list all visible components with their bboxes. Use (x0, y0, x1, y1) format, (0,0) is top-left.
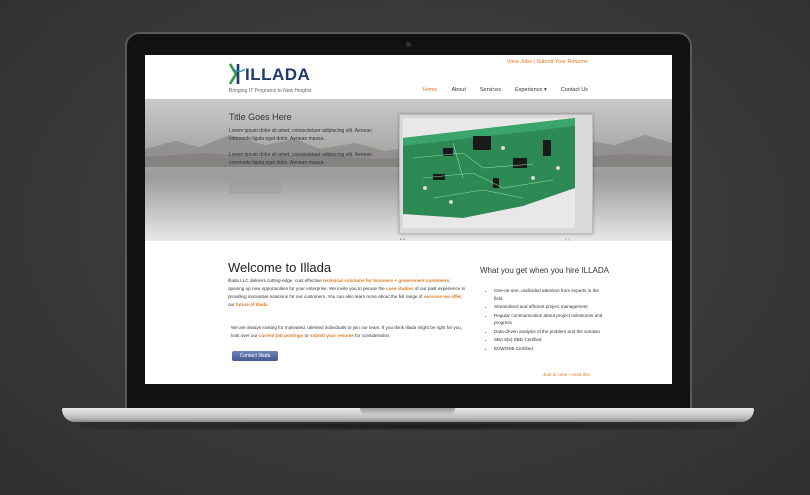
contact-illada-button[interactable]: Contact Illada (232, 351, 278, 361)
text-segment: or (304, 333, 309, 338)
nav-contact[interactable]: Contact Us (561, 87, 588, 93)
logo-text: ILLADA (245, 65, 311, 84)
hero-title: Title Goes Here (229, 112, 292, 122)
slider-arrows[interactable]: ‹ › (565, 237, 570, 241)
circuit-board-image (403, 118, 575, 228)
welcome-title: Welcome to Illada (228, 260, 332, 275)
careers-paragraph: We are always looking for motivated, tal… (231, 324, 471, 340)
list-item: SBA 8(a) SBD Certified (494, 336, 606, 344)
job-postings-link[interactable]: current job postings (259, 333, 303, 338)
nav-experience-label: Experience (514, 87, 543, 93)
hero-learn-more-button[interactable] (229, 181, 281, 194)
submit-resume-inline-link[interactable]: submit your resume (310, 333, 354, 338)
browser-viewport: ILLADA Bringing IT Programs to New Heigh… (145, 55, 672, 384)
case-studies-link[interactable]: case studies (386, 286, 414, 291)
nav-about[interactable]: About (451, 87, 465, 93)
top-links-separator: | (533, 59, 535, 65)
services-link[interactable]: services we offer (424, 294, 461, 299)
sidebar-title: What you get when you hire ILLADA (480, 266, 609, 275)
text-segment: Illada LLC delivers cutting-edge, cost e… (228, 278, 322, 283)
slide-image-frame (399, 114, 593, 234)
future-link[interactable]: future of Illada (236, 302, 268, 307)
site-header: ILLADA Bringing IT Programs to New Heigh… (145, 55, 672, 99)
laptop-shadow (80, 422, 736, 430)
chevron-down-icon: ▾ (544, 87, 547, 93)
list-item: Regular communication about project mile… (494, 312, 606, 327)
submit-resume-link[interactable]: Submit Your Resume (536, 59, 588, 65)
hero-paragraph: Lorem ipsum dolor sit amet, consectetuer… (229, 152, 372, 166)
hero-slider: Title Goes Here Lorem ipsum dolor sit am… (145, 99, 672, 241)
view-jobs-link[interactable]: View Jobs (507, 59, 532, 65)
benefits-list: One-on-one, undivided attention from exp… (485, 287, 606, 353)
slider-dots[interactable]: • • (400, 237, 405, 241)
list-item: One-on-one, undivided attention from exp… (494, 287, 606, 302)
tagline: Bringing IT Programs to New Heights (229, 88, 312, 94)
hero-paragraph: Lorem ipsum dolor sit amet, consectetuer… (229, 128, 372, 142)
list-item: Streamlined and efficient project manage… (494, 303, 606, 311)
welcome-intro: Illada LLC delivers cutting-edge, cost e… (228, 277, 468, 309)
nav-home[interactable]: Home (423, 87, 438, 93)
laptop-notch (360, 408, 455, 415)
nav-experience[interactable]: Experience ▾ (515, 87, 547, 93)
main-nav: Home About Services Experience ▾ Contact… (423, 87, 588, 93)
technical-solutions-link[interactable]: technical solutions for business + gover… (323, 278, 449, 283)
footer-link[interactable]: Just in case I need this (543, 372, 590, 377)
top-links: View Jobs | Submit Your Resume (507, 59, 588, 65)
text-segment: for consideration. (355, 333, 391, 338)
list-item: Data-driven analysis of the problem and … (494, 328, 606, 336)
list-item: EDWOSB Certified (494, 345, 606, 353)
webcam (406, 42, 411, 47)
nav-services[interactable]: Services (480, 87, 501, 93)
